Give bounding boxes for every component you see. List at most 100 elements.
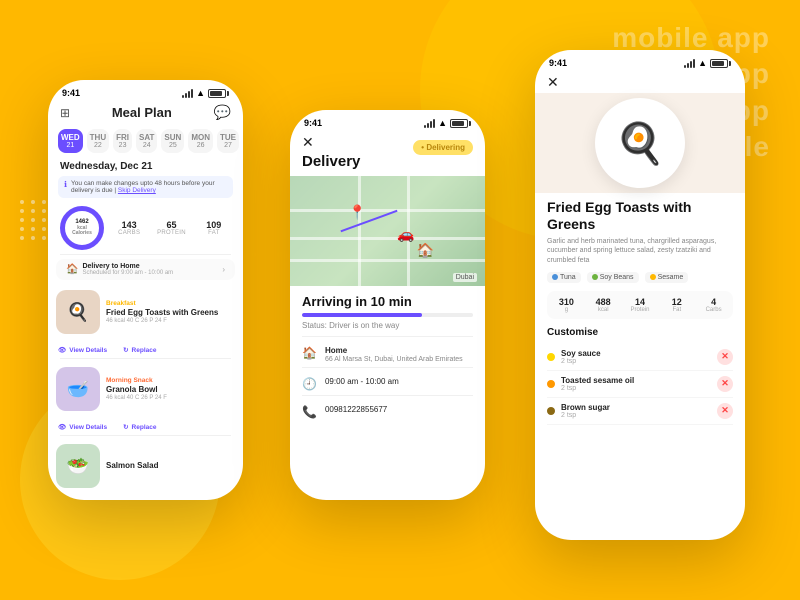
p1-cal-tue[interactable]: TUE 27: [217, 129, 239, 153]
p3-remove-brown-sugar-btn[interactable]: ✕: [717, 403, 733, 419]
p2-phone-icon: 📞: [302, 405, 317, 419]
p2-pin-driver: 🚗: [397, 226, 414, 243]
p1-meal-card-2: 🥣 Morning Snack Granola Bowl 46 kcal 40 …: [56, 363, 235, 415]
p1-calories-donut: 1462 kcal Calories: [60, 206, 104, 250]
p2-eta-text: Arriving in 10 min: [290, 286, 485, 311]
phones-container: 9:41 ▲ ⊞ Meal Plan 💬: [0, 0, 800, 600]
p3-tag-dot-sesame: [650, 274, 656, 280]
p2-progress-bar: [302, 313, 473, 317]
p1-title: Meal Plan: [112, 105, 172, 120]
p1-replace-btn-2[interactable]: ↻ Replace: [123, 423, 156, 431]
p3-remove-soy-sauce-btn[interactable]: ✕: [717, 349, 733, 365]
p1-meal-3-info: Salmon Salad: [106, 461, 235, 471]
p1-delivery-info: 🏠 Delivery to Home Scheduled for 9:00 am…: [66, 263, 173, 276]
p1-fat: 109 FAT: [197, 220, 231, 236]
p1-meal-card-1: 🍳 Breakfast Fried Egg Toasts with Greens…: [56, 286, 235, 338]
p3-ing-sesame-oil-left: Toasted sesame oil 2 tsp: [547, 376, 634, 392]
p3-signal-icon: [684, 58, 695, 68]
p3-ingredient-sesame-oil: Toasted sesame oil 2 tsp ✕: [547, 371, 733, 398]
p3-remove-sesame-oil-btn[interactable]: ✕: [717, 376, 733, 392]
p3-time: 9:41: [549, 58, 567, 68]
p2-wifi-icon: ▲: [438, 118, 447, 128]
p3-food-title: Fried Egg Toasts with Greens: [547, 199, 733, 233]
p1-info-text: You can make changes upto 48 hours befor…: [71, 180, 227, 194]
p2-status-icons: ▲: [424, 118, 471, 128]
p2-home-icon: 🏠: [302, 346, 317, 360]
p3-food-plate: 🍳: [595, 98, 685, 188]
p3-tag-dot-soybeans: [592, 274, 598, 280]
p3-tag-sesame: Sesame: [645, 272, 689, 283]
p2-road-h1: [290, 209, 485, 212]
p1-cal-fri[interactable]: FRI 23: [113, 129, 132, 153]
p1-meal-2-actions: 👁 View Details ↻ Replace: [48, 421, 243, 431]
p1-divider-3: [60, 435, 231, 436]
p3-ingredient-soy-sauce: Soy sauce 2 tsp ✕: [547, 344, 733, 371]
p2-clock-icon: 🕘: [302, 377, 317, 391]
p3-food-image: 🍳: [535, 93, 745, 193]
p2-header-area: ✕ Delivery • Delivering: [290, 132, 485, 176]
p1-eye-icon-2: 👁: [58, 423, 66, 431]
p2-map-bg: 📍 🚗 🏠 Dubai: [290, 176, 485, 286]
p3-status-bar: 9:41 ▲: [535, 50, 745, 72]
p3-ing-dot-soy-sauce: [547, 353, 555, 361]
p2-pin-dest: 🏠: [417, 242, 434, 259]
p3-ing-sesame-oil-info: Toasted sesame oil 2 tsp: [561, 376, 634, 392]
p1-calendar: WED 21 THU 22 FRI 23 SAT 24 SUN 25 MON 2…: [48, 127, 243, 155]
p1-meal-3-image: 🥗: [56, 444, 100, 488]
p1-cal-wed[interactable]: WED 21: [58, 129, 83, 153]
p1-status-icons: ▲: [182, 88, 229, 98]
p1-meal-1-actions: 👁 View Details ↻ Replace: [48, 344, 243, 354]
p2-status-text: Status: Driver is on the way: [290, 321, 485, 336]
p1-menu-icon[interactable]: ⊞: [60, 106, 70, 120]
p3-ing-soy-sauce-info: Soy sauce 2 tsp: [561, 349, 601, 365]
p3-ingredient-brown-sugar: Brown sugar 2 tsp ✕: [547, 398, 733, 425]
p1-meal-card-3: 🥗 Salmon Salad: [56, 440, 235, 492]
p1-skip-link[interactable]: Skip Delivery: [118, 187, 156, 194]
p1-info-box: ℹ You can make changes upto 48 hours bef…: [58, 176, 233, 198]
p1-view-details-btn-1[interactable]: 👁 View Details: [58, 346, 107, 354]
p1-delivery-row[interactable]: 🏠 Delivery to Home Scheduled for 9:00 am…: [56, 259, 235, 280]
p2-map: 📍 🚗 🏠 Dubai: [290, 176, 485, 286]
p1-signal-icon: [182, 88, 193, 98]
p3-battery-icon: [710, 59, 731, 68]
phone-delivery: 9:41 ▲ ✕ Delivery • Delivering: [290, 110, 485, 500]
p3-tag-tuna: Tuna: [547, 272, 581, 283]
p1-cal-mon[interactable]: MON 26: [188, 129, 213, 153]
p1-cal-sun[interactable]: SUN 25: [161, 129, 184, 153]
p3-tag-dot-tuna: [552, 274, 558, 280]
p1-status-bar: 9:41 ▲: [48, 80, 243, 102]
p2-road-h3: [290, 259, 485, 262]
p1-meal-1-info: Breakfast Fried Egg Toasts with Greens 4…: [106, 300, 235, 324]
p3-close-button[interactable]: ✕: [535, 72, 745, 93]
p2-phone-row: 📞 00981222855677: [290, 396, 485, 423]
p3-nutrition-row: 310 g 488 kcal 14 Protein 12 Fat 4 Car: [547, 291, 733, 319]
p1-meal-2-image: 🥣: [56, 367, 100, 411]
p1-delivery-icon: 🏠: [66, 264, 78, 275]
p2-title: Delivery: [302, 153, 360, 170]
p1-chat-icon[interactable]: 💬: [214, 104, 231, 121]
p2-address-row: 🏠 Home 66 Al Marsa St, Dubai, United Ara…: [290, 337, 485, 367]
p2-delivering-badge: • Delivering: [413, 140, 473, 155]
p3-nutr-fat: 12 Fat: [661, 297, 692, 313]
p3-nutr-protein: 14 Protein: [625, 297, 656, 313]
p2-road-v1: [358, 176, 361, 286]
p1-time: 9:41: [62, 88, 80, 98]
p2-title-row: Delivery • Delivering: [290, 153, 485, 176]
p2-road-h2: [290, 237, 485, 240]
p1-delivery-chevron-icon: ›: [222, 265, 225, 274]
p2-status-bar: 9:41 ▲: [290, 110, 485, 132]
p3-tag-soybeans: Soy Beans: [587, 272, 639, 283]
p1-view-details-btn-2[interactable]: 👁 View Details: [58, 423, 107, 431]
p1-replace-btn-1[interactable]: ↻ Replace: [123, 346, 156, 354]
p3-ing-soy-sauce-left: Soy sauce 2 tsp: [547, 349, 601, 365]
p3-ing-brown-sugar-left: Brown sugar 2 tsp: [547, 403, 610, 419]
p3-ing-dot-brown-sugar: [547, 407, 555, 415]
p1-meal-2-info: Morning Snack Granola Bowl 46 kcal 40 C …: [106, 377, 235, 401]
p1-replace-icon-2: ↻: [123, 423, 128, 431]
p1-info-icon: ℹ: [64, 180, 67, 189]
p1-cal-thu[interactable]: THU 22: [87, 129, 109, 153]
p3-nutr-kcal: 488 kcal: [588, 297, 619, 313]
p1-meal-1-image: 🍳: [56, 290, 100, 334]
p3-ing-brown-sugar-info: Brown sugar 2 tsp: [561, 403, 610, 419]
p1-cal-sat[interactable]: SAT 24: [136, 129, 157, 153]
